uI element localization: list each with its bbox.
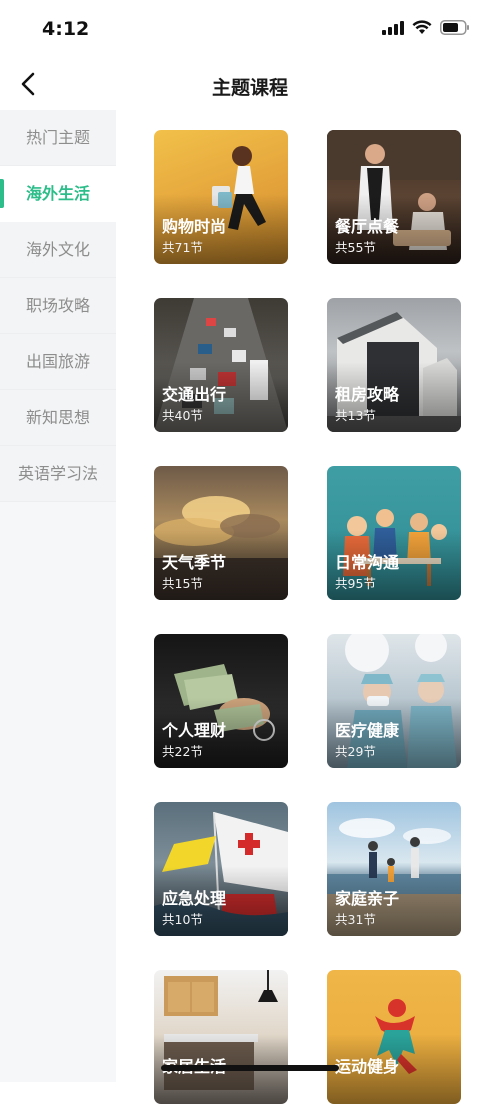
course-title: 购物时尚 [162, 217, 227, 236]
sidebar-item-overseas-life[interactable]: 海外生活 [0, 166, 116, 222]
nav-bar: 主题课程 [0, 60, 500, 110]
home-indicator[interactable] [161, 1065, 339, 1071]
page-title: 主题课程 [211, 77, 288, 99]
sidebar-item-workplace[interactable]: 职场攻略 [0, 278, 116, 334]
course-card[interactable]: 购物时尚 共71节 [154, 130, 288, 264]
course-card[interactable]: 医疗健康 共29节 [327, 634, 461, 768]
course-card[interactable]: 租房攻略 共13节 [327, 298, 461, 432]
course-lesson-count: 共22节 [162, 744, 203, 759]
course-title: 天气季节 [162, 553, 227, 572]
course-card[interactable]: 家庭亲子 共31节 [327, 802, 461, 936]
course-title: 交通出行 [162, 385, 227, 404]
course-title: 医疗健康 [335, 721, 400, 740]
course-card[interactable]: 日常沟通 共95节 [327, 466, 461, 600]
course-lesson-count: 共40节 [162, 408, 203, 423]
category-sidebar: 热门主题 海外生活 海外文化 职场攻略 出国旅游 新知思想 英语学习法 [0, 110, 116, 1082]
course-card[interactable]: 运动健身 [327, 970, 461, 1104]
course-title: 应急处理 [162, 889, 227, 908]
sidebar-item-travel[interactable]: 出国旅游 [0, 334, 116, 390]
course-card[interactable]: 交通出行 共40节 [154, 298, 288, 432]
course-title: 餐厅点餐 [335, 217, 400, 236]
course-title: 运动健身 [335, 1057, 400, 1076]
course-title: 家庭亲子 [335, 889, 400, 908]
sidebar-item-english-learning[interactable]: 英语学习法 [0, 446, 116, 502]
cellular-signal-icon [382, 20, 404, 35]
status-time: 4:12 [42, 18, 90, 40]
course-lesson-count: 共13节 [335, 408, 376, 423]
course-title: 租房攻略 [335, 385, 400, 404]
course-lesson-count: 共29节 [335, 744, 376, 759]
sidebar-item-overseas-culture[interactable]: 海外文化 [0, 222, 116, 278]
course-card[interactable]: 个人理财 共22节 [154, 634, 288, 768]
course-lesson-count: 共71节 [162, 240, 203, 255]
sidebar-item-new-ideas[interactable]: 新知思想 [0, 390, 116, 446]
battery-icon [440, 20, 469, 35]
status-icons [382, 20, 470, 35]
course-lesson-count: 共15节 [162, 576, 203, 591]
course-card[interactable]: 应急处理 共10节 [154, 802, 288, 936]
course-lesson-count: 共31节 [335, 912, 376, 927]
course-lesson-count: 共55节 [335, 240, 376, 255]
sidebar-item-hot-topics[interactable]: 热门主题 [0, 110, 116, 166]
wifi-icon [412, 20, 432, 34]
course-card[interactable]: 餐厅点餐 共55节 [327, 130, 461, 264]
course-lesson-count: 共10节 [162, 912, 203, 927]
course-lesson-count: 共95节 [335, 576, 376, 591]
status-bar: 4:12 [0, 0, 500, 60]
course-card[interactable]: 天气季节 共15节 [154, 466, 288, 600]
course-title: 个人理财 [162, 721, 227, 740]
course-card[interactable]: 家居生活 [154, 970, 288, 1104]
course-title: 日常沟通 [335, 553, 400, 572]
